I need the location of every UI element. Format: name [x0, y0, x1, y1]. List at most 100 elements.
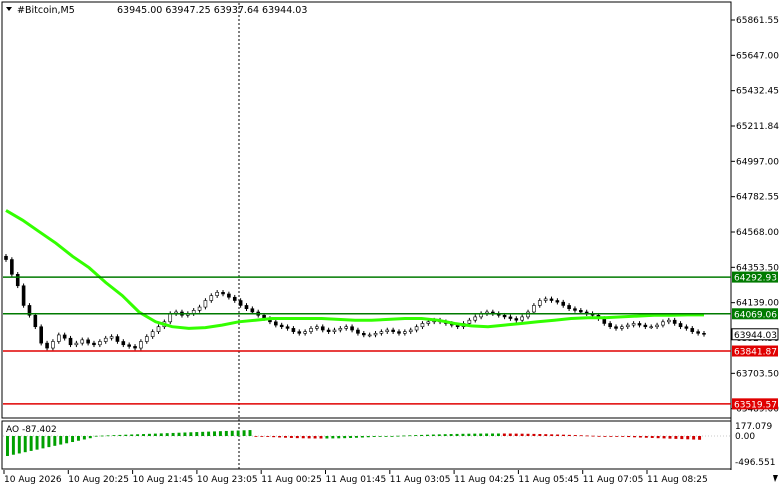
bull-candle	[309, 328, 313, 332]
indicator-frame	[1, 420, 732, 470]
bull-candle	[197, 306, 202, 311]
ao-bar	[449, 434, 453, 436]
bear-candle	[397, 331, 401, 334]
bear-candle	[33, 314, 38, 328]
bear-candle	[45, 342, 49, 349]
bear-candle	[221, 292, 225, 295]
bear-candle	[579, 310, 583, 313]
ao-bar	[656, 436, 660, 439]
bull-candle	[332, 329, 337, 332]
ao-bar	[147, 433, 151, 436]
ao-bar	[112, 435, 116, 436]
ao-bar	[621, 436, 625, 437]
ao-bar	[627, 436, 631, 438]
bull-candle	[98, 341, 102, 346]
chart-shift-icon[interactable]	[773, 475, 778, 482]
ao-bar	[372, 436, 376, 437]
ao-tick-bottom: -496.551	[735, 458, 775, 468]
bull-candle	[532, 305, 536, 313]
ao-bar	[343, 436, 347, 439]
bear-candle	[678, 323, 683, 328]
bull-candle	[303, 331, 307, 334]
bull-candle	[338, 328, 343, 331]
ao-bar	[307, 436, 311, 439]
ao-bar	[532, 433, 536, 436]
ao-bar	[473, 433, 477, 436]
ao-bar	[278, 436, 282, 438]
bull-candle	[408, 329, 413, 332]
ao-bar	[390, 435, 394, 437]
bull-candle	[414, 326, 419, 331]
ao-bar	[266, 436, 270, 437]
bear-candle	[15, 273, 20, 287]
ao-bar	[230, 430, 234, 436]
ao-bar	[201, 431, 205, 436]
ao-bar	[213, 431, 216, 436]
ao-bar	[59, 436, 63, 445]
chart-canvas[interactable]: #Bitcoin,M5 63945.00 63947.25 63937.64 6…	[0, 0, 781, 489]
ao-bar	[248, 430, 252, 436]
ao-bar	[136, 434, 140, 436]
ao-bar	[360, 436, 364, 438]
price-tick-label: 64568.00	[736, 228, 779, 238]
bull-candle	[373, 332, 378, 336]
bear-candle	[696, 331, 700, 334]
bear-candle	[244, 305, 249, 310]
bull-candle	[620, 326, 624, 329]
bear-candle	[608, 323, 612, 328]
bear-candle	[549, 298, 554, 301]
ao-bar	[686, 436, 690, 440]
ao-bar	[130, 434, 134, 436]
bear-candle	[10, 259, 14, 275]
ao-bar	[41, 436, 45, 449]
bear-candle	[502, 314, 507, 318]
ao-bar	[355, 436, 358, 438]
time-tick-label: 11 Aug 00:25	[261, 475, 322, 485]
ao-bar	[236, 430, 240, 436]
ao-bar	[550, 434, 554, 436]
ao-bar	[76, 436, 80, 441]
bull-candle	[467, 319, 472, 324]
time-tick-label: 11 Aug 07:05	[583, 475, 644, 485]
upper-red-price-text: 63841.87	[734, 348, 777, 358]
ao-bar	[698, 436, 702, 440]
bear-candle	[320, 326, 325, 331]
bear-candle	[702, 332, 706, 335]
ao-bar	[207, 431, 211, 436]
bear-candle	[573, 308, 577, 311]
bull-candle	[473, 316, 478, 321]
time-tick-label: 10 Aug 21:45	[133, 475, 194, 485]
ao-bar	[6, 436, 9, 456]
ao-bar	[455, 433, 459, 436]
ao-bar	[485, 433, 489, 436]
upper-green-price-text: 64292.93	[734, 274, 777, 284]
bull-candle	[74, 342, 79, 346]
time-tick-label: 11 Aug 04:25	[454, 475, 515, 485]
ao-bar	[420, 434, 424, 436]
bull-candle	[655, 324, 659, 328]
bear-candle	[672, 319, 677, 324]
ao-bar	[467, 433, 471, 436]
ao-bar	[153, 433, 157, 436]
ao-bar	[23, 436, 27, 453]
bull-candle	[109, 336, 114, 339]
bull-candle	[649, 326, 654, 329]
ao-bar	[331, 436, 335, 439]
bear-candle	[391, 329, 395, 332]
ao-bar	[638, 436, 642, 438]
time-tick-label: 11 Aug 08:25	[647, 475, 708, 485]
ao-bar	[71, 436, 75, 443]
bull-candle	[315, 326, 319, 329]
ao-tick-zero: 0.00	[735, 432, 755, 442]
bear-candle	[637, 323, 642, 326]
price-tick-label: 63703.50	[736, 369, 779, 379]
main-plot-frame	[1, 1, 732, 419]
ao-bar	[461, 433, 465, 436]
ao-bar	[47, 436, 51, 448]
ao-tick-top: 177.079	[735, 422, 772, 432]
bull-candle	[209, 295, 214, 301]
lower-red-price-text: 63519.57	[734, 400, 777, 410]
bear-candle	[350, 326, 354, 331]
lower-green-price-tag: 64069.06	[732, 308, 778, 320]
ao-bar	[29, 436, 33, 451]
